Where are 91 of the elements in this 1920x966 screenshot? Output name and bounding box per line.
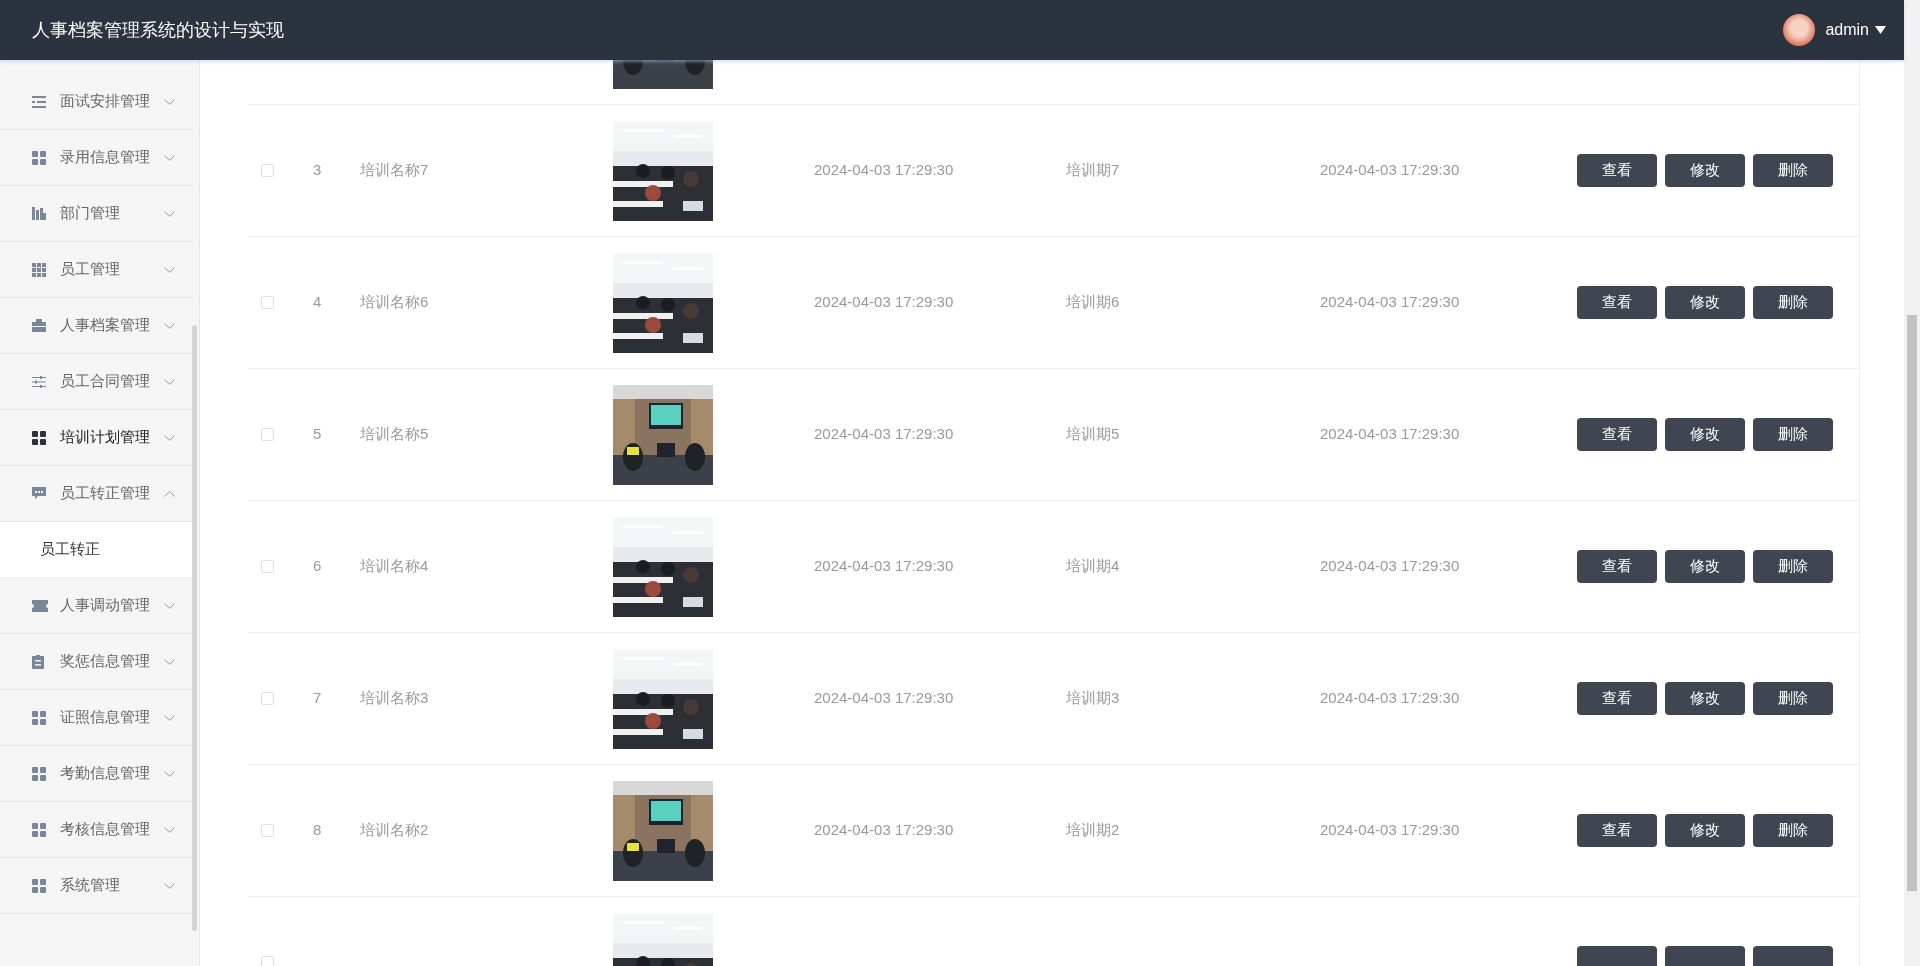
chat-icon [32, 487, 46, 500]
user-name[interactable]: admin [1825, 18, 1869, 42]
row-number: 4 [313, 293, 322, 311]
app-title: 人事档案管理系统的设计与实现 [32, 18, 285, 42]
scrollbar-thumb[interactable] [1907, 315, 1917, 891]
chevron-down-icon [164, 770, 175, 777]
table-cell: 培训期6 [1066, 293, 1120, 311]
list-icon [32, 95, 46, 108]
edit-button[interactable]: 修改 [1665, 550, 1745, 583]
delete-button[interactable]: 删除 [1753, 550, 1833, 583]
grid-icon [32, 822, 46, 837]
chevron-down-icon [164, 322, 175, 329]
table-cell: 2024-04-03 17:29:30 [814, 161, 954, 179]
chevron-down-icon [164, 882, 175, 889]
bar-chart-icon [32, 207, 46, 220]
delete-button[interactable]: 删除 [1753, 418, 1833, 451]
checkbox[interactable] [261, 428, 274, 441]
chevron-up-icon [164, 490, 175, 497]
table-cell: 培训期2 [1066, 821, 1120, 839]
edit-button[interactable]: 修改 [1665, 286, 1745, 319]
chevron-down-icon [164, 658, 175, 665]
grid-icon [32, 710, 46, 725]
avatar-icon [1783, 14, 1816, 46]
checkbox[interactable] [261, 956, 274, 966]
chevron-down-icon [164, 826, 175, 833]
table-cell: 培训期3 [1066, 689, 1120, 707]
row-number: 6 [313, 557, 322, 575]
ticket-icon [32, 599, 48, 612]
table-cell: 2024-04-03 17:29:30 [814, 689, 954, 707]
edit-button[interactable]: 修改 [1665, 418, 1745, 451]
grid-icon [32, 766, 46, 781]
edit-button[interactable]: 修改 [1665, 154, 1745, 187]
table-cell: 2024-04-03 17:29:30 [1320, 425, 1460, 443]
row-number: 3 [313, 161, 322, 179]
delete-button[interactable]: 删除 [1753, 814, 1833, 847]
briefcase-icon [32, 319, 46, 332]
checkbox[interactable] [261, 560, 274, 573]
view-button[interactable]: 查看 [1577, 154, 1657, 187]
view-button[interactable]: 查看 [1577, 550, 1657, 583]
row-number: 7 [313, 689, 322, 707]
table-cell: 2024-04-03 17:29:30 [814, 557, 954, 575]
view-button[interactable]: 查看 [1577, 682, 1657, 715]
checkbox[interactable] [261, 692, 274, 705]
table-cell: 培训名称2 [360, 821, 429, 839]
checkbox[interactable] [261, 296, 274, 309]
table-cell: 2024-04-03 17:29:30 [814, 821, 954, 839]
checkbox[interactable] [261, 164, 274, 177]
sliders-icon [32, 375, 46, 388]
clipboard-icon [32, 654, 44, 669]
table-cell: 2024-04-03 17:29:30 [1320, 557, 1460, 575]
table-cell: 培训名称6 [360, 293, 429, 311]
table-cell: 培训期4 [1066, 557, 1120, 575]
table-cell: 培训名称7 [360, 161, 429, 179]
table-cell: 2024-04-03 17:29:30 [1320, 689, 1460, 707]
table-cell: 培训期7 [1066, 161, 1120, 179]
delete-button[interactable]: 删除 [1753, 682, 1833, 715]
chevron-down-icon [164, 378, 175, 385]
caret-icon[interactable] [1875, 26, 1886, 34]
scrollbar-thumb[interactable] [192, 325, 197, 931]
grid-icon [32, 262, 46, 277]
table-cell: 培训名称5 [360, 425, 429, 443]
edit-button[interactable]: 修改 [1665, 682, 1745, 715]
page-scrollbar[interactable] [1904, 0, 1920, 966]
grid-icon [32, 878, 46, 893]
table-cell: 2024-04-03 17:29:30 [814, 425, 954, 443]
chevron-down-icon [164, 210, 175, 217]
table-cell: 培训名称3 [360, 689, 429, 707]
row-number: 8 [313, 821, 322, 839]
checkbox[interactable] [261, 824, 274, 837]
table-cell: 培训名称4 [360, 557, 429, 575]
chevron-down-icon [164, 154, 175, 161]
view-button[interactable]: 查看 [1577, 418, 1657, 451]
grid-icon [32, 430, 46, 445]
chevron-down-icon [164, 266, 175, 273]
grid-icon [32, 150, 46, 165]
delete-button[interactable]: 删除 [1753, 286, 1833, 319]
chevron-down-icon [164, 602, 175, 609]
submenu-item[interactable]: 员工转正 [0, 522, 193, 578]
chevron-down-icon [164, 714, 175, 721]
edit-button[interactable]: 修改 [1665, 814, 1745, 847]
view-button[interactable]: 查看 [1577, 814, 1657, 847]
table-cell: 2024-04-03 17:29:30 [814, 293, 954, 311]
table-cell: 培训期5 [1066, 425, 1120, 443]
row-number: 5 [313, 425, 322, 443]
chevron-down-icon [164, 98, 175, 105]
table-cell: 2024-04-03 17:29:30 [1320, 161, 1460, 179]
table-cell: 2024-04-03 17:29:30 [1320, 293, 1460, 311]
delete-button[interactable]: 删除 [1753, 154, 1833, 187]
chevron-down-icon [164, 434, 175, 441]
table-cell: 2024-04-03 17:29:30 [1320, 821, 1460, 839]
view-button[interactable]: 查看 [1577, 286, 1657, 319]
